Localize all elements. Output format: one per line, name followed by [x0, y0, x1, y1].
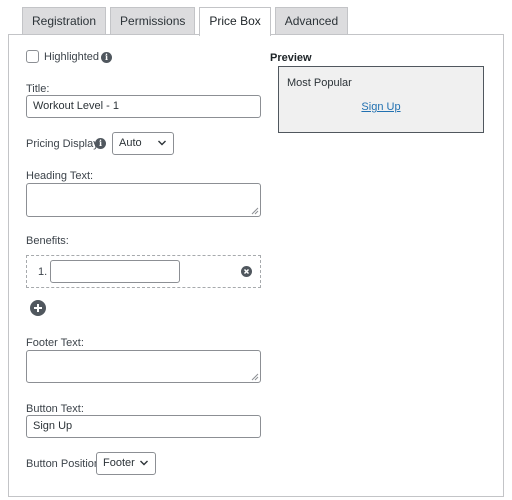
footer-text-label: Footer Text: — [26, 337, 84, 349]
footer-text-textarea[interactable] — [26, 350, 261, 383]
preview-title: Preview — [270, 52, 312, 64]
benefits-label: Benefits: — [26, 235, 69, 247]
heading-text-label: Heading Text: — [26, 170, 94, 182]
pricing-display-select[interactable]: Auto — [112, 132, 174, 155]
pricing-display-label: Pricing Display — [26, 138, 99, 150]
button-position-label: Button Position — [26, 458, 100, 470]
price-box-panel: Highlighted i Title: Workout Level - 1 P… — [8, 34, 504, 497]
button-text-label: Button Text: — [26, 403, 84, 415]
preview-heading: Most Popular — [287, 77, 352, 89]
preview-box: Most Popular Sign Up — [278, 66, 484, 133]
tab-permissions[interactable]: Permissions — [110, 7, 196, 34]
benefit-input[interactable] — [50, 260, 180, 283]
button-position-value: Footer — [103, 457, 135, 469]
button-text-input[interactable]: Sign Up — [26, 415, 261, 438]
resize-grip-icon[interactable] — [251, 207, 259, 215]
remove-circle-icon[interactable] — [241, 266, 252, 277]
tab-bar: Registration Permissions Price Box Advan… — [22, 7, 349, 36]
highlighted-label: Highlighted — [44, 51, 100, 63]
title-input[interactable]: Workout Level - 1 — [26, 95, 261, 118]
benefits-list: 1. — [26, 255, 261, 288]
tab-advanced[interactable]: Advanced — [274, 7, 349, 34]
tab-price-box[interactable]: Price Box — [199, 7, 271, 36]
add-circle-icon[interactable] — [30, 300, 46, 316]
info-icon[interactable]: i — [95, 138, 106, 149]
pricing-display-value: Auto — [119, 137, 142, 149]
resize-grip-icon[interactable] — [251, 373, 259, 381]
highlighted-checkbox[interactable] — [26, 50, 39, 63]
button-position-select[interactable]: Footer — [96, 452, 156, 475]
title-label: Title: — [26, 83, 50, 95]
info-icon[interactable]: i — [101, 52, 112, 63]
heading-text-textarea[interactable] — [26, 183, 261, 217]
preview-sign-up-link[interactable]: Sign Up — [279, 101, 483, 113]
chevron-down-icon — [140, 460, 148, 466]
tab-registration[interactable]: Registration — [22, 7, 107, 34]
benefit-number: 1. — [38, 266, 48, 278]
chevron-down-icon — [158, 140, 166, 146]
